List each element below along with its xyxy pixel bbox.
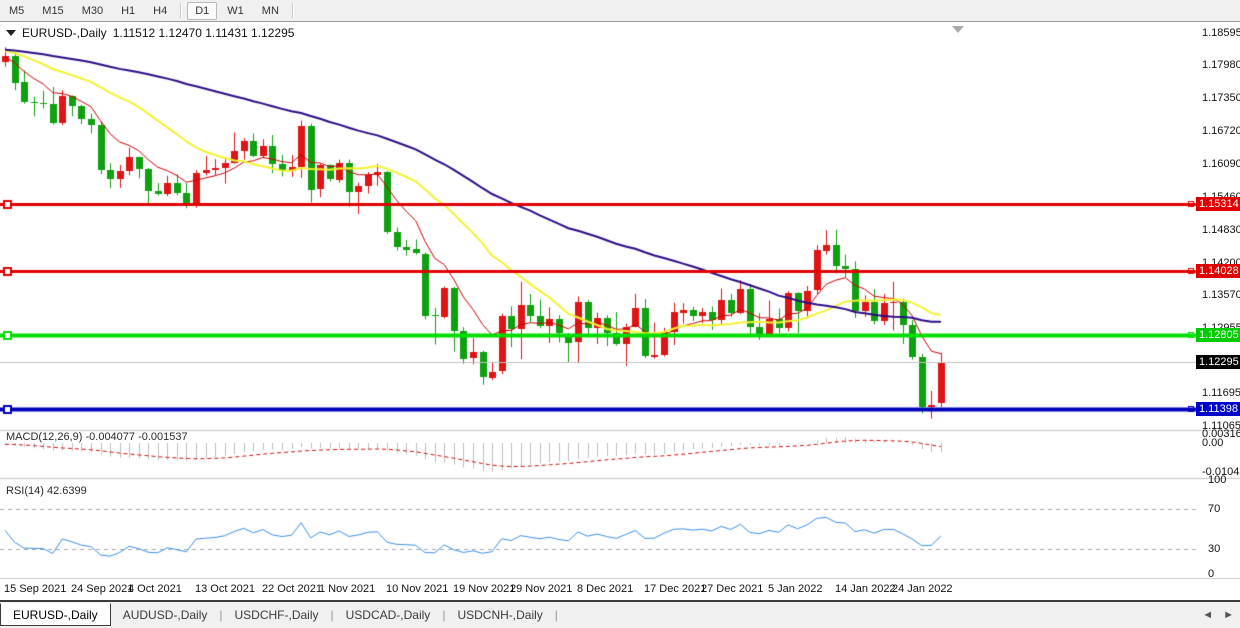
timeframe-button-m15[interactable]: M15 [34,2,71,20]
tab-usdcad[interactable]: USDCAD-,Daily [334,605,443,625]
time-axis-label: 4 Oct 2021 [128,583,182,595]
macd-values: -0.004077 -0.001537 [85,431,187,443]
rsi-scale-label: 0 [1208,568,1214,580]
chart-ohlc-values: 1.11512 1.12470 1.11431 1.12295 [113,26,295,40]
rsi-title: RSI(14) [6,485,44,497]
price-axis-label: 1.13570 [1202,289,1240,301]
price-badge: 1.11398 [1196,402,1240,416]
price-badge: 1.12805 [1196,328,1240,342]
timeframe-button-m30[interactable]: M30 [74,2,111,20]
macd-title: MACD(12,26,9) [6,431,82,443]
time-axis-label: 1 Nov 2021 [319,583,375,595]
price-axis-label: 1.16090 [1202,158,1240,170]
price-badge: 1.14028 [1196,264,1240,278]
macd-scale-label: 0.00 [1202,437,1223,449]
chart-dropdown-icon[interactable] [6,30,16,36]
time-axis-label: 22 Oct 2021 [262,583,322,595]
time-axis-label: 27 Dec 2021 [701,583,763,595]
time-axis-label: 29 Nov 2021 [510,583,572,595]
price-axis-label: 1.11695 [1202,387,1240,399]
time-axis-label: 10 Nov 2021 [386,583,448,595]
rsi-value: 42.6399 [47,485,87,497]
macd-indicator-label: MACD(12,26,9) -0.004077 -0.001537 [6,431,188,443]
time-axis-label: 13 Oct 2021 [195,583,255,595]
symbol-tabbar: EURUSD-,Daily AUDUSD-,Daily | USDCHF-,Da… [0,600,1240,628]
time-axis-label: 8 Dec 2021 [577,583,633,595]
timeframe-button-w1[interactable]: W1 [219,2,252,20]
scroll-to-end-icon[interactable] [952,26,964,33]
toolbar-separator [292,3,294,18]
time-axis-label: 14 Jan 2022 [835,583,896,595]
time-axis-label: 24 Sep 2021 [71,583,133,595]
price-axis-label: 1.17350 [1202,92,1240,104]
rsi-indicator-label: RSI(14) 42.6399 [6,485,87,497]
tab-audusd[interactable]: AUDUSD-,Daily [111,605,220,625]
price-axis-label: 1.14830 [1202,224,1240,236]
time-axis-label: 19 Nov 2021 [453,583,515,595]
time-axis-label: 5 Jan 2022 [768,583,822,595]
time-axis-label: 24 Jan 2022 [892,583,953,595]
timeframe-button-m5[interactable]: M5 [1,2,32,20]
time-axis-label: 15 Sep 2021 [4,583,66,595]
tab-usdcnh[interactable]: USDCNH-,Daily [445,605,554,625]
price-axis-label: 1.18595 [1202,27,1240,39]
rsi-scale-label: 100 [1208,474,1226,486]
chart-canvas[interactable] [0,0,1240,628]
tab-scroll-right-icon[interactable]: ► [1223,609,1234,621]
timeframe-button-d1[interactable]: D1 [187,2,217,20]
timeframe-toolbar: M5 M15 M30 H1 H4 D1 W1 MN [0,0,1240,22]
timeframe-button-h1[interactable]: H1 [113,2,143,20]
price-axis-label: 1.17980 [1202,59,1240,71]
toolbar-separator [180,3,182,18]
tab-separator: | [555,608,558,622]
tab-scroll-left-icon[interactable]: ◄ [1202,609,1213,621]
price-axis-label: 1.16720 [1202,125,1240,137]
price-badge: 1.12295 [1196,355,1240,369]
time-axis-label: 17 Dec 2021 [644,583,706,595]
price-badge: 1.15314 [1196,197,1240,211]
chart-title: EURUSD-,Daily 1.11512 1.12470 1.11431 1.… [6,26,294,40]
chart-symbol-period: EURUSD-,Daily [22,26,107,40]
tab-eurusd[interactable]: EURUSD-,Daily [0,603,111,626]
rsi-scale-label: 30 [1208,543,1220,555]
timeframe-button-mn[interactable]: MN [254,2,287,20]
rsi-scale-label: 70 [1208,503,1220,515]
tab-usdchf[interactable]: USDCHF-,Daily [223,605,331,625]
timeframe-button-h4[interactable]: H4 [145,2,175,20]
